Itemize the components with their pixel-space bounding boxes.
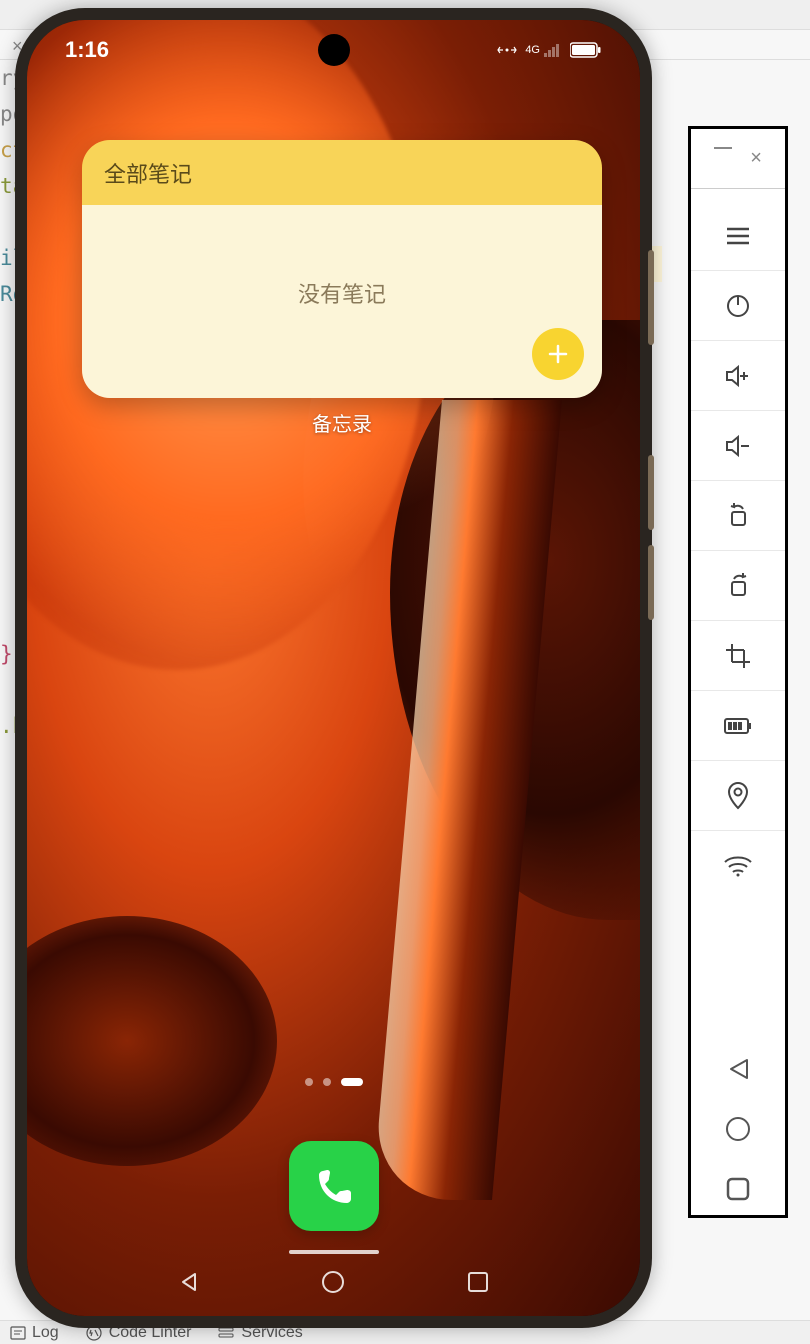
triangle-back-icon: [725, 1056, 751, 1082]
network-type-label: 4G: [525, 44, 540, 56]
emulator-home-button[interactable]: [722, 1113, 754, 1145]
nav-back-button[interactable]: [173, 1266, 205, 1298]
phone-frame: 1:16 4G: [15, 8, 652, 1328]
emulator-location-button[interactable]: [691, 761, 785, 831]
rotate-right-icon: [724, 572, 752, 600]
data-transfer-icon: [497, 44, 517, 56]
emulator-recent-button[interactable]: [722, 1173, 754, 1205]
emulator-screenshot-button[interactable]: [691, 621, 785, 691]
page-dot: [323, 1078, 331, 1086]
emulator-rotate-left-button[interactable]: [691, 481, 785, 551]
emulator-menu-button[interactable]: [691, 201, 785, 271]
hamburger-icon: [725, 226, 751, 246]
nav-bar: [27, 1256, 640, 1308]
emulator-volume-down-button[interactable]: [691, 411, 785, 481]
emulator-power-button[interactable]: [691, 271, 785, 341]
log-tab-label: Log: [32, 1324, 59, 1342]
dock: [289, 1141, 379, 1231]
power-icon: [725, 293, 751, 319]
nav-back-icon: [177, 1270, 201, 1294]
emulator-volume-up-button[interactable]: [691, 341, 785, 411]
emulator-window-controls: ×: [691, 147, 785, 189]
nav-home-button[interactable]: [317, 1266, 349, 1298]
page-dot-active: [341, 1078, 363, 1086]
signal-icon: [544, 43, 562, 57]
circle-home-icon: [724, 1115, 752, 1143]
emulator-toolbar: ×: [688, 126, 788, 1218]
battery-icon: [723, 717, 753, 735]
nav-recent-icon: [467, 1271, 489, 1293]
emulator-back-button[interactable]: [722, 1053, 754, 1085]
emulator-battery-button[interactable]: [691, 691, 785, 761]
notes-widget[interactable]: 全部笔记 没有笔记: [82, 140, 602, 398]
battery-icon: [570, 42, 602, 58]
rotate-left-icon: [724, 502, 752, 530]
emulator-nav-buttons: [691, 1053, 785, 1205]
camera-notch: [318, 34, 350, 66]
plus-icon: [546, 342, 570, 366]
close-button[interactable]: ×: [750, 147, 762, 170]
phone-app-icon[interactable]: [289, 1141, 379, 1231]
page-indicator[interactable]: [305, 1078, 363, 1086]
page-dot: [305, 1078, 313, 1086]
nav-recent-button[interactable]: [462, 1266, 494, 1298]
notes-widget-header: 全部笔记: [82, 140, 602, 205]
home-indicator[interactable]: [289, 1250, 379, 1254]
notes-empty-text: 没有笔记: [298, 277, 386, 309]
phone-power-button[interactable]: [648, 250, 654, 345]
add-note-button[interactable]: [532, 328, 584, 380]
status-time: 1:16: [65, 37, 109, 63]
volume-up-icon: [723, 364, 753, 388]
square-recent-icon: [725, 1176, 751, 1202]
phone-screen[interactable]: 1:16 4G: [27, 20, 640, 1316]
wifi-icon: [723, 854, 753, 878]
minimize-button[interactable]: [714, 147, 732, 149]
notes-header-label: 全部笔记: [104, 157, 192, 189]
emulator-wifi-button[interactable]: [691, 831, 785, 901]
nav-home-icon: [320, 1269, 346, 1295]
wallpaper-shape: [27, 916, 277, 1166]
widget-label: 备忘录: [82, 408, 602, 437]
notes-widget-body[interactable]: 没有笔记: [82, 205, 602, 398]
location-icon: [726, 781, 750, 811]
phone-volume-up[interactable]: [648, 455, 654, 530]
phone-icon: [309, 1161, 359, 1211]
log-icon: [10, 1325, 26, 1341]
volume-down-icon: [723, 434, 753, 458]
emulator-rotate-right-button[interactable]: [691, 551, 785, 621]
phone-volume-down[interactable]: [648, 545, 654, 620]
crop-icon: [724, 642, 752, 670]
status-icons: 4G: [497, 42, 602, 58]
log-tab[interactable]: Log: [10, 1324, 59, 1342]
